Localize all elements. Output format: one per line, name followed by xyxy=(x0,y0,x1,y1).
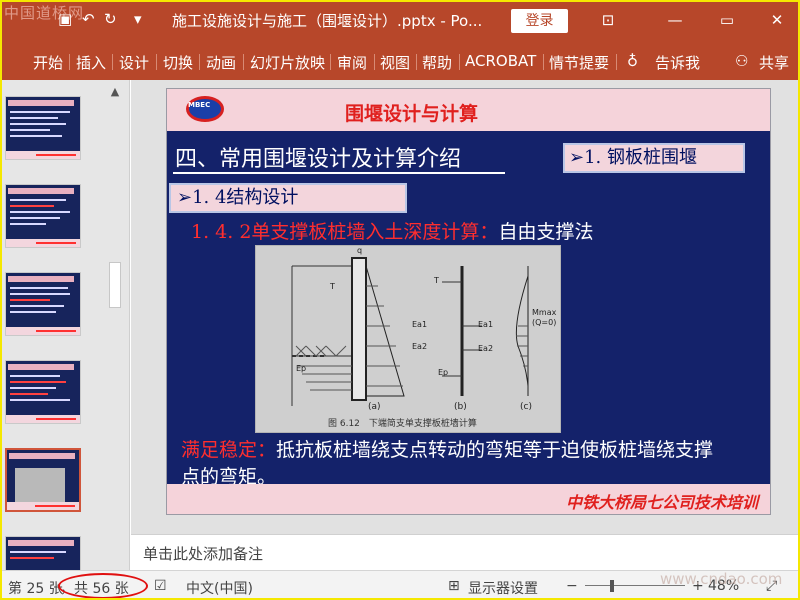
tab-insert[interactable]: 插入 xyxy=(76,52,106,73)
slide-canvas[interactable]: MBEC 围堰设计与计算 四、常用围堰设计及计算介绍 ➢1. 钢板桩围堰 ➢1.… xyxy=(166,88,771,515)
tab-divider xyxy=(330,54,331,70)
tab-divider xyxy=(243,54,244,70)
share-button[interactable]: 共享 xyxy=(759,52,789,73)
fig-label-ea2-b: Ea2 xyxy=(478,344,494,353)
close-icon[interactable]: ✕ xyxy=(762,8,792,32)
display-settings-button[interactable]: 显示器设置 xyxy=(468,578,538,598)
tab-divider xyxy=(416,54,417,70)
sub-heading[interactable]: 1. 4. 2单支撑板桩墙入土深度计算：自由支撑法 xyxy=(191,217,593,244)
slide-thumbnail[interactable] xyxy=(5,184,81,248)
tab-design[interactable]: 设计 xyxy=(119,52,149,73)
fig-label-ep-b: Ep xyxy=(438,368,449,377)
tab-slideshow[interactable]: 幻灯片放映 xyxy=(250,52,325,73)
tab-storyboard[interactable]: 情节提要 xyxy=(549,52,609,73)
tab-review[interactable]: 审阅 xyxy=(337,52,367,73)
slide-thumbnail[interactable] xyxy=(5,96,81,160)
tell-me-search[interactable]: 告诉我 xyxy=(655,52,700,73)
slide-thumbnail[interactable] xyxy=(5,536,81,570)
zoom-slider-knob[interactable] xyxy=(610,580,614,592)
ribbon-display-icon[interactable]: ⊡ xyxy=(593,8,623,32)
tab-transitions[interactable]: 切换 xyxy=(163,52,193,73)
language-indicator[interactable]: 中文(中国) xyxy=(186,578,253,598)
fig-label-mmax: Mmax xyxy=(532,308,557,317)
sub-heading-method: 自由支撑法 xyxy=(498,221,594,243)
ribbon-tabs: 开始 插入 设计 切换 动画 幻灯片放映 审阅 视图 帮助 ACROBAT 情节… xyxy=(0,42,800,80)
window-title: 施工设施设计与施工（围堰设计）.pptx - Po... xyxy=(172,12,483,30)
topic-box[interactable]: ➢1. 钢板桩围堰 xyxy=(563,143,745,173)
tab-divider xyxy=(374,54,375,70)
fig-label-ea1-b: Ea1 xyxy=(478,320,494,329)
notes-placeholder[interactable]: 单击此处添加备注 xyxy=(143,543,263,564)
title-bar: 中国道桥网 ▣ ↶ ↻ ▾ 施工设施设计与施工（围堰设计）.pptx - Po.… xyxy=(0,0,800,42)
tab-divider xyxy=(543,54,544,70)
sheet-pile-figure[interactable]: q T Ea1 Ea2 Ep T Ea1 Ea2 Ep Mmax (Q=0) (… xyxy=(255,245,561,433)
stability-text[interactable]: 满足稳定：抵抗板桩墙绕支点转动的弯矩等于迫使板桩墙绕支撑点的弯矩。 xyxy=(181,437,721,491)
tab-divider xyxy=(69,54,70,70)
login-button[interactable]: 登录 xyxy=(511,9,568,33)
fig-label-t: T xyxy=(330,282,335,291)
share-person-icon[interactable]: ⚇ xyxy=(735,52,748,70)
annotation-oval xyxy=(58,573,148,599)
fig-label-a: (a) xyxy=(368,402,381,412)
fig-label-ep: Ep xyxy=(296,364,307,373)
watermark-bottom: www.cndao.com xyxy=(660,570,783,588)
tab-animations[interactable]: 动画 xyxy=(206,52,236,73)
tab-divider xyxy=(616,54,617,70)
save-icon[interactable]: ▣ xyxy=(58,10,72,28)
mbec-logo xyxy=(186,96,224,122)
section-heading[interactable]: 四、常用围堰设计及计算介绍 xyxy=(175,141,461,173)
quick-access-dropdown[interactable]: ▾ xyxy=(134,10,142,28)
slide-editor: MBEC 围堰设计与计算 四、常用围堰设计及计算介绍 ➢1. 钢板桩围堰 ➢1.… xyxy=(131,80,800,534)
fig-label-c: (c) xyxy=(520,402,532,412)
stability-label: 满足稳定： xyxy=(181,439,277,461)
fig-label-t-b: T xyxy=(434,276,439,285)
tab-divider xyxy=(112,54,113,70)
scroll-up-icon[interactable]: ▲ xyxy=(104,82,126,102)
maximize-icon[interactable]: ▭ xyxy=(712,8,742,32)
fig-label-ea2: Ea2 xyxy=(412,342,428,351)
zoom-out-button[interactable]: − xyxy=(566,578,578,594)
slide-thumbnail[interactable] xyxy=(5,272,81,336)
logo-text: MBEC xyxy=(188,101,211,109)
redo-icon[interactable]: ↻ xyxy=(104,10,117,28)
slide-footer-text: 中铁大桥局七公司技术培训 xyxy=(565,493,758,512)
slide-header-title[interactable]: 围堰设计与计算 xyxy=(345,99,478,126)
minimize-icon[interactable]: — xyxy=(660,8,690,32)
fig-label-b: (b) xyxy=(454,402,467,412)
display-settings-icon[interactable]: ⊞ xyxy=(448,578,460,594)
tab-divider xyxy=(156,54,157,70)
lightbulb-icon: ♁ xyxy=(627,52,638,70)
fig-label-q0: (Q=0) xyxy=(532,318,557,327)
undo-icon[interactable]: ↶ xyxy=(82,10,95,28)
sheet-pile-diagram xyxy=(291,257,529,406)
notes-check-icon[interactable]: ☑ xyxy=(154,578,167,594)
tab-acrobat[interactable]: ACROBAT xyxy=(465,52,536,70)
figure-caption: 图 6.12 下端简支单支撑板桩墙计算 xyxy=(328,419,477,429)
fig-label-ea1: Ea1 xyxy=(412,320,428,329)
sub-heading-title: 1. 4. 2单支撑板桩墙入土深度计算： xyxy=(191,221,499,243)
tab-home[interactable]: 开始 xyxy=(33,52,63,73)
tab-view[interactable]: 视图 xyxy=(380,52,410,73)
notes-pane[interactable]: 单击此处添加备注 xyxy=(131,534,800,570)
heading-underline xyxy=(173,172,505,174)
slide-thumbnail[interactable] xyxy=(5,360,81,424)
tab-help[interactable]: 帮助 xyxy=(422,52,452,73)
slide-number: 第 25 张 xyxy=(8,581,63,597)
thumbnail-scrollbar[interactable]: ▲ xyxy=(104,82,126,562)
tab-divider xyxy=(459,54,460,70)
scrollbar-thumb[interactable] xyxy=(109,262,121,308)
slide-footer-band: 中铁大桥局七公司技术培训 xyxy=(167,484,770,514)
subtopic-box[interactable]: ➢1. 4结构设计 xyxy=(169,183,407,213)
tab-divider xyxy=(199,54,200,70)
fig-label-q: q xyxy=(357,246,363,255)
slide-thumbnail-selected[interactable] xyxy=(5,448,81,512)
